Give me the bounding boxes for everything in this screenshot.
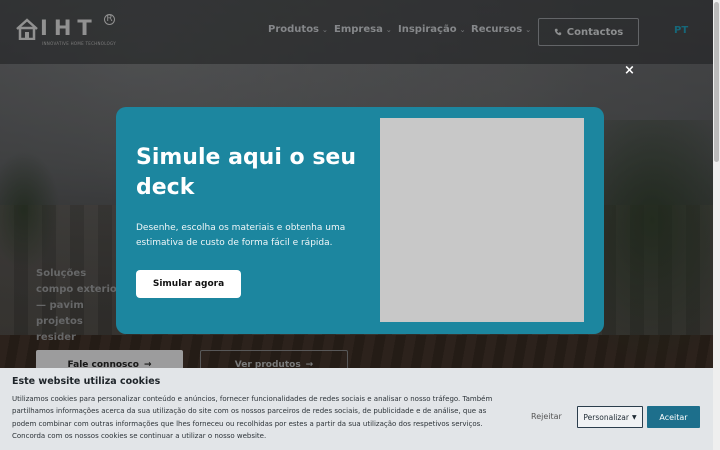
simulator-modal: Simule aqui o seu deck Desenhe, escolha …: [116, 107, 604, 334]
cookie-title: Este website utiliza cookies: [12, 376, 161, 387]
modal-description: Desenhe, escolha os materiais e obtenha …: [136, 223, 346, 248]
reject-button[interactable]: Rejeitar: [531, 412, 562, 421]
modal-title: Simule aqui o seu deck: [136, 145, 356, 200]
close-icon[interactable]: ×: [624, 63, 635, 78]
cookie-banner: Este website utiliza cookies Utilizamos …: [0, 368, 713, 450]
simular-agora-button[interactable]: Simular agora: [136, 270, 241, 298]
accept-button[interactable]: Aceitar: [647, 406, 700, 428]
caret-down-icon: ▼: [631, 413, 637, 421]
modal-image-placeholder: [380, 118, 584, 322]
cookie-text: Utilizamos cookies para personalizar con…: [12, 395, 493, 440]
scrollbar-thumb[interactable]: [714, 2, 719, 162]
customize-label: Personalizar: [583, 412, 629, 422]
customize-button[interactable]: Personalizar ▼: [577, 406, 643, 428]
